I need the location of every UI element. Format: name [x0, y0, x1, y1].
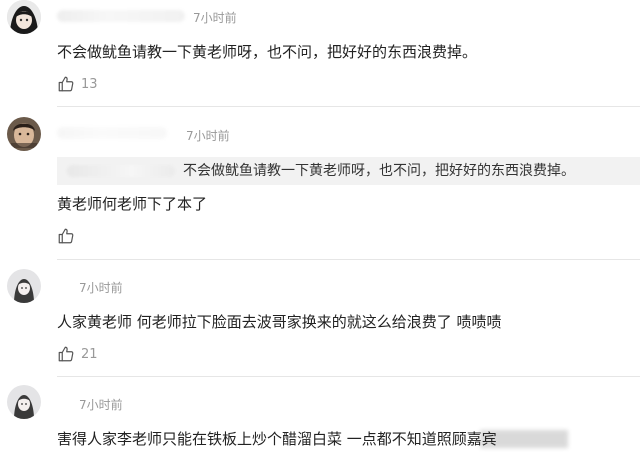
thumbs-up-icon	[57, 227, 75, 245]
quoted-username-redacted	[67, 165, 175, 177]
comment-text: 不会做鱿鱼请教一下黄老师呀，也不问，把好好的东西浪费掉。	[57, 43, 478, 61]
comment-time: 7小时前	[79, 281, 123, 295]
comment-time: 7小时前	[193, 11, 237, 25]
username-redacted	[57, 10, 185, 22]
avatar[interactable]	[7, 385, 41, 419]
comment-time: 7小时前	[186, 129, 230, 143]
avatar[interactable]	[7, 269, 41, 303]
quoted-reply: 不会做鱿鱼请教一下黄老师呀，也不问，把好好的东西浪费掉。	[57, 157, 640, 185]
avatar[interactable]	[7, 117, 41, 151]
like-button[interactable]	[57, 226, 81, 246]
avatar[interactable]	[7, 0, 41, 34]
divider	[57, 259, 640, 260]
comment-item: 7小时前 不会做鱿鱼请教一下黄老师呀，也不问，把好好的东西浪费掉。 13	[0, 0, 640, 107]
like-button[interactable]: 21	[57, 344, 98, 364]
username-redacted	[57, 127, 167, 139]
comment-text: 人家黄老师 何老师拉下脸面去波哥家换来的就这么给浪费了 啧啧啧	[57, 313, 502, 331]
watermark-smear	[480, 430, 568, 448]
like-button[interactable]: 13	[57, 74, 98, 94]
like-count: 21	[81, 346, 98, 362]
comment-text: 害得人家李老师只能在铁板上炒个醋溜白菜 一点都不知道照顾嘉宾	[57, 430, 497, 448]
comment-text: 黄老师何老师下了本了	[57, 195, 208, 213]
comment-item: 7小时前 不会做鱿鱼请教一下黄老师呀，也不问，把好好的东西浪费掉。 黄老师何老师…	[0, 107, 640, 261]
like-count: 13	[81, 76, 98, 92]
thumbs-up-icon	[57, 75, 75, 93]
quoted-text: 不会做鱿鱼请教一下黄老师呀，也不问，把好好的东西浪费掉。	[183, 163, 575, 179]
comment-time: 7小时前	[79, 398, 123, 412]
comment-item: 7小时前 害得人家李老师只能在铁板上炒个醋溜白菜 一点都不知道照顾嘉宾	[0, 377, 640, 453]
comment-item: 7小时前 人家黄老师 何老师拉下脸面去波哥家换来的就这么给浪费了 啧啧啧 21	[0, 261, 640, 377]
thumbs-up-icon	[57, 345, 75, 363]
